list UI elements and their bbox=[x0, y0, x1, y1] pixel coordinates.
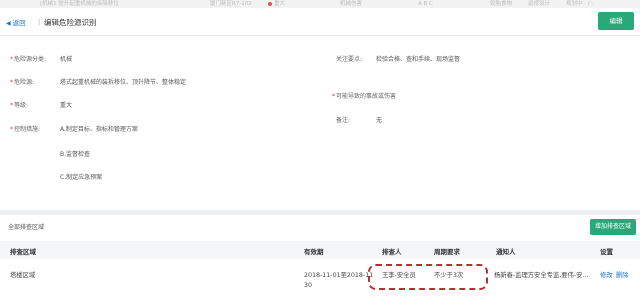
measure-item: A.制定目标、指标和管理方案 bbox=[60, 126, 138, 133]
strip-text: 巡视设计 bbox=[528, 1, 551, 7]
edit-row-link[interactable]: 修改 bbox=[600, 270, 613, 279]
page-title: 编辑危险源识别 bbox=[44, 18, 97, 27]
strip-text: A B C bbox=[418, 1, 433, 7]
col-area: 排查区域 bbox=[10, 248, 36, 256]
edit-button[interactable]: 编辑 bbox=[598, 12, 634, 30]
hazard-label: *危险源: bbox=[10, 79, 35, 86]
cell-validity: 2018-11-01至2018-11 bbox=[304, 272, 374, 279]
strip-text: [机械1 提升起重机械的拆除移位 bbox=[40, 1, 119, 7]
col-cycle: 周期要求 bbox=[434, 248, 460, 256]
focus-value: 检验合格、查和手续、现场监督 bbox=[376, 56, 461, 63]
strip-text: 厦门新区R7-102 bbox=[210, 1, 252, 7]
strip-text: 规划中 · / · bbox=[566, 1, 594, 7]
measures-label: *控制措施: bbox=[10, 126, 41, 133]
table-header: 排查区域 有效期 排查人 周期要求 通知人 设置 bbox=[0, 241, 640, 259]
accident-label: *可能导致的事故或伤害 bbox=[332, 93, 397, 100]
page-header: ◀ 返回 | 编辑危险源识别 bbox=[0, 8, 640, 36]
strip-status: 重大 bbox=[268, 0, 285, 8]
cell-notify: 杨新春-监理方安全专监,要伟-安... bbox=[494, 272, 589, 279]
measure-item: C.制定应急预案 bbox=[60, 174, 103, 181]
cell-area: 塔楼区域 bbox=[10, 272, 36, 279]
category-label: *危险源分类: bbox=[10, 56, 47, 63]
level-label: *等级: bbox=[10, 102, 29, 109]
col-notify: 通知人 bbox=[496, 248, 516, 256]
strip-text: 轮胎食物 bbox=[490, 1, 513, 7]
remark-label: 备注: bbox=[336, 117, 351, 124]
highlight-annotation bbox=[368, 264, 488, 290]
section-title: 全部排查区域 bbox=[8, 224, 45, 231]
back-button[interactable]: ◀ 返回 bbox=[6, 17, 26, 27]
background-table-strip: [机械1 提升起重机械的拆除移位 厦门新区R7-102 重大 机械伤害 A B … bbox=[0, 0, 640, 8]
hazard-form: *危险源分类: 机械 *危险源: 塔式起重机械的装拆移位、顶升降节、整体稳定 *… bbox=[0, 36, 640, 210]
remark-value: 无 bbox=[376, 117, 383, 124]
strip-text: 机械伤害 bbox=[340, 1, 363, 7]
header-separator: | bbox=[38, 18, 41, 26]
delete-row-link[interactable]: 删除 bbox=[616, 270, 629, 279]
col-settings: 设置 bbox=[600, 248, 613, 256]
status-dot-icon bbox=[268, 1, 272, 6]
add-area-button[interactable]: 增加排查区域 bbox=[590, 219, 636, 235]
back-label: 返回 bbox=[12, 19, 26, 27]
back-arrow-icon: ◀ bbox=[6, 20, 11, 27]
measure-item: B.监督检查 bbox=[60, 151, 91, 158]
focus-label: 关注要点: bbox=[336, 56, 363, 63]
cell-validity-cont: 30 bbox=[304, 282, 313, 289]
level-value: 重大 bbox=[60, 102, 73, 109]
col-inspector: 排查人 bbox=[382, 248, 402, 256]
col-validity: 有效期 bbox=[304, 248, 324, 256]
category-value: 机械 bbox=[60, 56, 73, 63]
hazard-value: 塔式起重机械的装拆移位、顶升降节、整体稳定 bbox=[60, 79, 187, 86]
inspection-section: 全部排查区域 增加排查区域 排查区域 有效期 排查人 周期要求 通知人 设置 塔… bbox=[0, 215, 640, 301]
